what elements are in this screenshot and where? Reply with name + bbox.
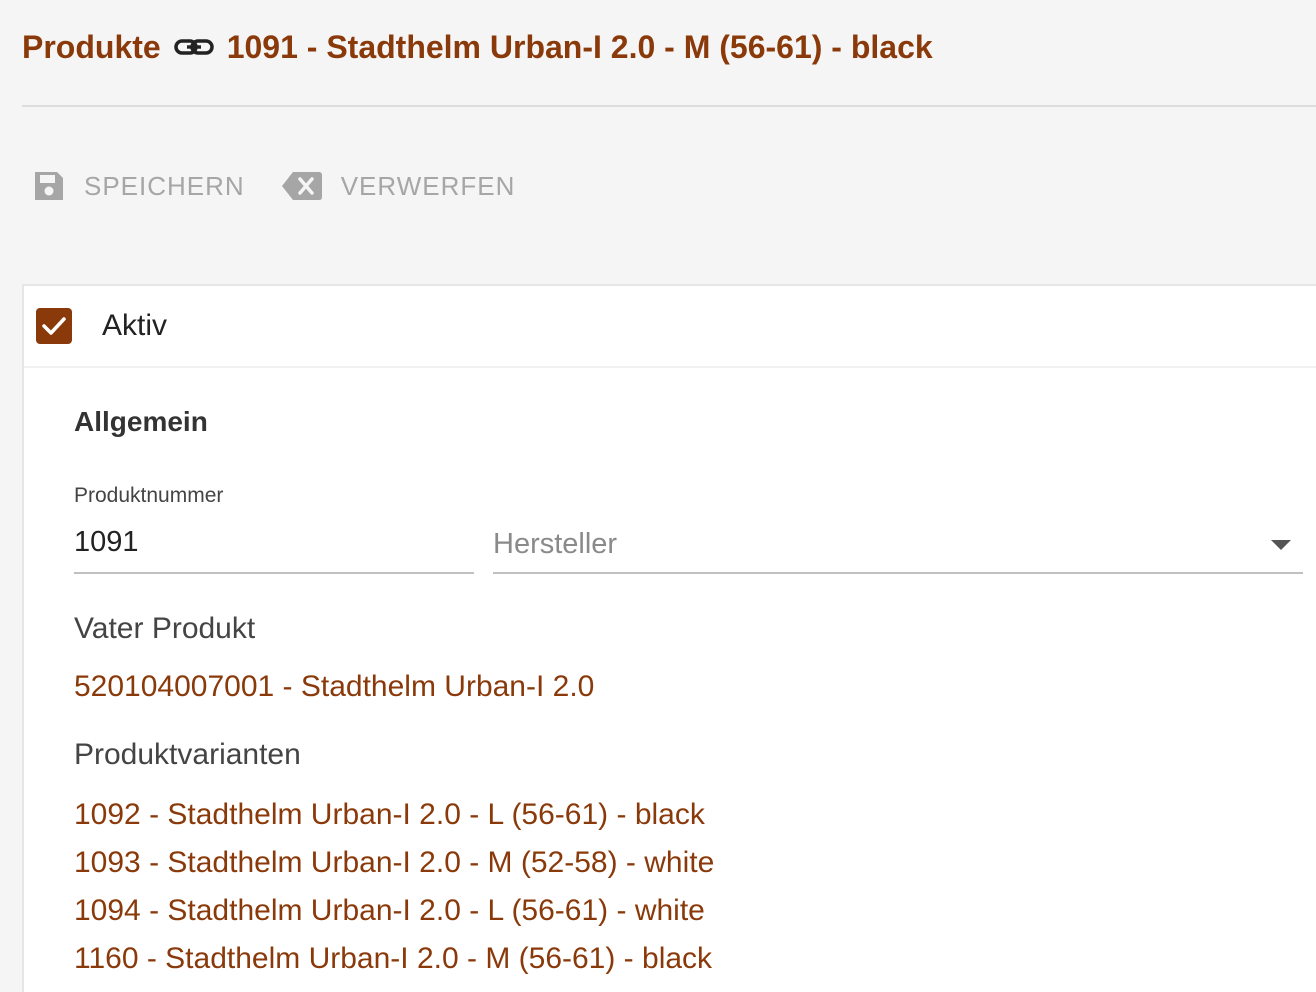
section-title-allgemein: Allgemein: [74, 406, 208, 437]
chevron-down-icon: [1271, 540, 1291, 550]
variant-link[interactable]: 1160 - Stadthelm Urban-I 2.0 - M (56-61)…: [74, 940, 714, 988]
toolbar: SPEICHERN VERWERFEN: [32, 164, 551, 208]
parent-product-link[interactable]: 520104007001 - Stadthelm Urban-I 2.0: [74, 670, 594, 704]
variants-label: Produktvarianten: [74, 738, 301, 771]
save-label: SPEICHERN: [84, 170, 245, 201]
record-title: 1091 - Stadthelm Urban-I 2.0 - M (56-61)…: [226, 28, 933, 65]
variant-link[interactable]: 1092 - Stadthelm Urban-I 2.0 - L (56-61)…: [74, 796, 714, 844]
breadcrumb-produkte[interactable]: Produkte: [22, 29, 161, 66]
checkmark-icon: [42, 317, 66, 335]
variant-list: 1092 - Stadthelm Urban-I 2.0 - L (56-61)…: [74, 796, 714, 988]
variant-link[interactable]: 1093 - Stadthelm Urban-I 2.0 - M (52-58)…: [74, 844, 714, 892]
active-checkbox[interactable]: [36, 308, 72, 344]
page-title: Produkte 1091 - Stadthelm Urban-I 2.0 - …: [22, 22, 933, 72]
floppy-disk-icon: [32, 169, 66, 203]
title-divider: [22, 105, 1316, 107]
product-form-card: Aktiv Allgemein Produktnummer 1091 Herst…: [22, 284, 1316, 992]
save-button[interactable]: SPEICHERN: [32, 169, 245, 203]
manufacturer-select[interactable]: Hersteller: [493, 524, 1303, 574]
link-icon[interactable]: [173, 32, 215, 62]
active-label: Aktiv: [102, 309, 168, 342]
product-number-label: Produktnummer: [74, 484, 224, 507]
product-number-input[interactable]: 1091: [74, 524, 474, 574]
discard-label: VERWERFEN: [340, 170, 516, 201]
backspace-icon: [281, 169, 323, 203]
discard-button[interactable]: VERWERFEN: [281, 169, 516, 203]
variant-link[interactable]: 1094 - Stadthelm Urban-I 2.0 - L (56-61)…: [74, 892, 714, 940]
parent-product-label: Vater Produkt: [74, 612, 256, 645]
active-row: Aktiv: [24, 286, 1316, 368]
manufacturer-placeholder: Hersteller: [493, 528, 618, 560]
